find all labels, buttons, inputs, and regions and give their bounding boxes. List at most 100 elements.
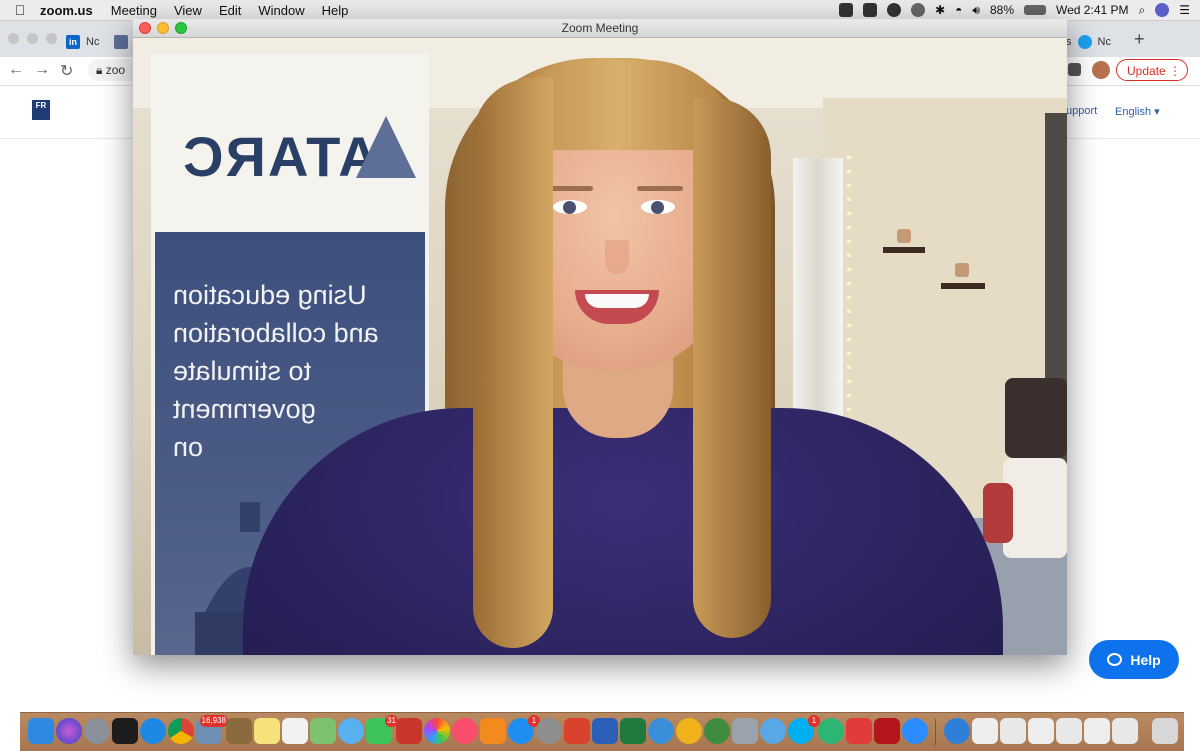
malwarebytes-icon[interactable] — [863, 3, 878, 17]
photo-booth-icon[interactable] — [396, 718, 422, 744]
photos-icon[interactable] — [424, 718, 450, 744]
teams-icon[interactable] — [648, 718, 674, 744]
help-button[interactable]: Help — [1089, 640, 1179, 679]
app-menu-zoom[interactable]: zoom.us — [40, 3, 93, 18]
books-icon[interactable] — [480, 718, 506, 744]
menu-window[interactable]: Window — [258, 3, 304, 18]
browser-window-controls — [8, 33, 57, 44]
facetime-icon[interactable]: 31 — [366, 715, 398, 744]
finder-icon[interactable] — [28, 718, 54, 744]
clock[interactable]: Wed 2:41 PM — [1056, 3, 1128, 17]
eye — [553, 200, 587, 214]
minimize-button[interactable] — [157, 22, 169, 34]
maps-icon[interactable] — [310, 718, 336, 744]
slogan-line: government — [173, 394, 316, 424]
system-preferences-icon[interactable] — [536, 718, 562, 744]
tab-atarc[interactable] — [114, 27, 128, 57]
eye — [641, 200, 675, 214]
apple-icon[interactable]:  — [0, 2, 40, 18]
word-icon[interactable] — [592, 718, 618, 744]
skype-icon[interactable]: 1 — [788, 715, 820, 744]
wifi-icon[interactable]: ◓ — [955, 3, 962, 17]
update-button[interactable]: Update ⋮ — [1116, 59, 1188, 81]
battery-icon[interactable] — [1024, 5, 1047, 15]
profile-avatar[interactable] — [1092, 61, 1110, 79]
safari-icon[interactable] — [140, 718, 166, 744]
siri-icon[interactable] — [1155, 3, 1170, 17]
zoom-icon[interactable] — [902, 718, 928, 744]
acrobat-icon[interactable] — [846, 718, 872, 744]
reload-icon[interactable]: ↻ — [60, 61, 73, 81]
document-icon[interactable] — [1056, 718, 1082, 744]
document-icon[interactable] — [1084, 718, 1110, 744]
window-title: Zoom Meeting — [561, 21, 639, 35]
new-tab-button[interactable]: + — [1134, 29, 1145, 50]
siri-icon[interactable] — [56, 718, 82, 744]
menu-edit[interactable]: Edit — [219, 3, 241, 18]
document-icon[interactable] — [1000, 718, 1026, 744]
time-machine-icon[interactable] — [911, 3, 926, 17]
status-tray: ✱ ◓ 🔊︎ 88% Wed 2:41 PM ⌕ ☰ — [839, 3, 1200, 18]
launchpad-icon[interactable] — [84, 718, 110, 744]
dock-separator — [935, 719, 936, 745]
eyebrow — [637, 186, 683, 191]
dock: 16,938 31 1 1 — [20, 712, 1184, 751]
banner-brand: ATARC — [181, 125, 379, 188]
minimize-dim-button[interactable] — [27, 33, 38, 44]
app-store-icon[interactable]: 1 — [508, 715, 540, 744]
bluetooth-icon[interactable]: ✱ — [935, 3, 945, 17]
close-dim-button[interactable] — [8, 33, 19, 44]
headboard — [1005, 378, 1067, 458]
menu-view[interactable]: View — [174, 3, 202, 18]
forward-arrow-icon[interactable]: → — [34, 61, 50, 79]
chrome-icon[interactable] — [168, 718, 194, 744]
utility-icon[interactable] — [732, 718, 758, 744]
network-icon[interactable] — [704, 718, 730, 744]
back-arrow-icon[interactable]: ← — [8, 61, 24, 79]
menu-meeting[interactable]: Meeting — [111, 3, 157, 18]
tab-linkedin[interactable]: in Nc — [66, 27, 100, 57]
users-icon[interactable] — [760, 718, 786, 744]
zoom-dim-button[interactable] — [46, 33, 57, 44]
tab-twitter[interactable]: s Nc — [1066, 27, 1111, 57]
video-feed[interactable]: ATARC Using education and collaboration … — [133, 38, 1067, 655]
document-icon[interactable] — [1028, 718, 1054, 744]
messages-icon[interactable] — [338, 718, 364, 744]
powerpoint-icon[interactable] — [564, 718, 590, 744]
outlook-icon[interactable] — [676, 718, 702, 744]
trash-icon[interactable] — [1152, 718, 1178, 744]
notification-center-icon[interactable]: ☰ — [1179, 3, 1190, 17]
music-icon[interactable] — [452, 718, 478, 744]
support-link[interactable]: upport — [1066, 105, 1097, 117]
acrobat-reader-icon[interactable] — [874, 718, 900, 744]
mail-icon[interactable]: 16,938 — [196, 715, 228, 744]
notes-icon[interactable] — [254, 718, 280, 744]
volume-icon[interactable]: 🔊︎ — [972, 3, 980, 18]
zoom-tray-icon[interactable] — [839, 3, 854, 17]
browser-icon[interactable] — [818, 718, 844, 744]
contacts-icon[interactable] — [226, 718, 252, 744]
curtain — [793, 158, 843, 428]
document-icon[interactable] — [1112, 718, 1138, 744]
mission-control-icon[interactable] — [112, 718, 138, 744]
document-icon[interactable] — [972, 718, 998, 744]
hair-right — [693, 98, 771, 638]
sync-icon[interactable] — [887, 3, 902, 17]
battery-percent[interactable]: 88% — [990, 3, 1014, 17]
reminders-icon[interactable] — [282, 718, 308, 744]
more-menu-icon[interactable]: ⋮ — [1169, 60, 1181, 82]
spotlight-icon[interactable]: ⌕ — [1139, 3, 1146, 18]
menu-help[interactable]: Help — [322, 3, 349, 18]
twitter-icon — [1077, 35, 1092, 49]
extensions-icon[interactable] — [1068, 63, 1081, 76]
fr-logo-icon[interactable]: FR — [32, 100, 50, 120]
nose — [605, 240, 629, 274]
tab-label: Nc — [1097, 36, 1111, 48]
language-selector[interactable]: English ▾ — [1115, 105, 1160, 118]
fullscreen-button[interactable] — [175, 22, 187, 34]
slogan-line: Using education — [173, 280, 367, 310]
close-button[interactable] — [139, 22, 151, 34]
lock-icon: 🔒︎ — [96, 63, 103, 77]
downloads-icon[interactable] — [944, 718, 970, 744]
excel-icon[interactable] — [620, 718, 646, 744]
